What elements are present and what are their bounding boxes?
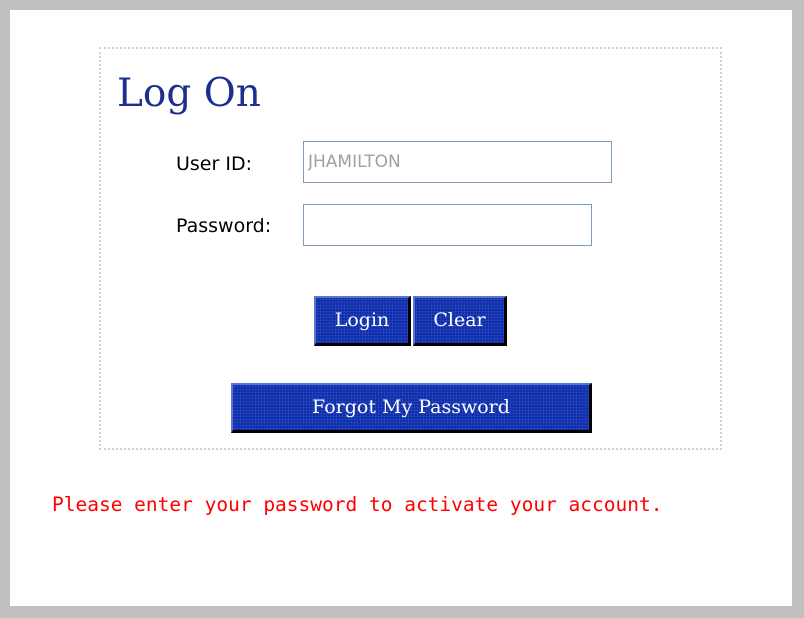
page-title: Log On (117, 71, 261, 116)
user-id-field[interactable] (303, 141, 612, 183)
user-id-label: User ID: (176, 153, 252, 175)
login-button[interactable]: Login (314, 296, 411, 346)
password-field[interactable] (303, 204, 592, 246)
password-label: Password: (176, 215, 272, 237)
status-message: Please enter your password to activate y… (52, 493, 663, 516)
forgot-password-button[interactable]: Forgot My Password (231, 383, 592, 433)
clear-button[interactable]: Clear (413, 296, 507, 346)
